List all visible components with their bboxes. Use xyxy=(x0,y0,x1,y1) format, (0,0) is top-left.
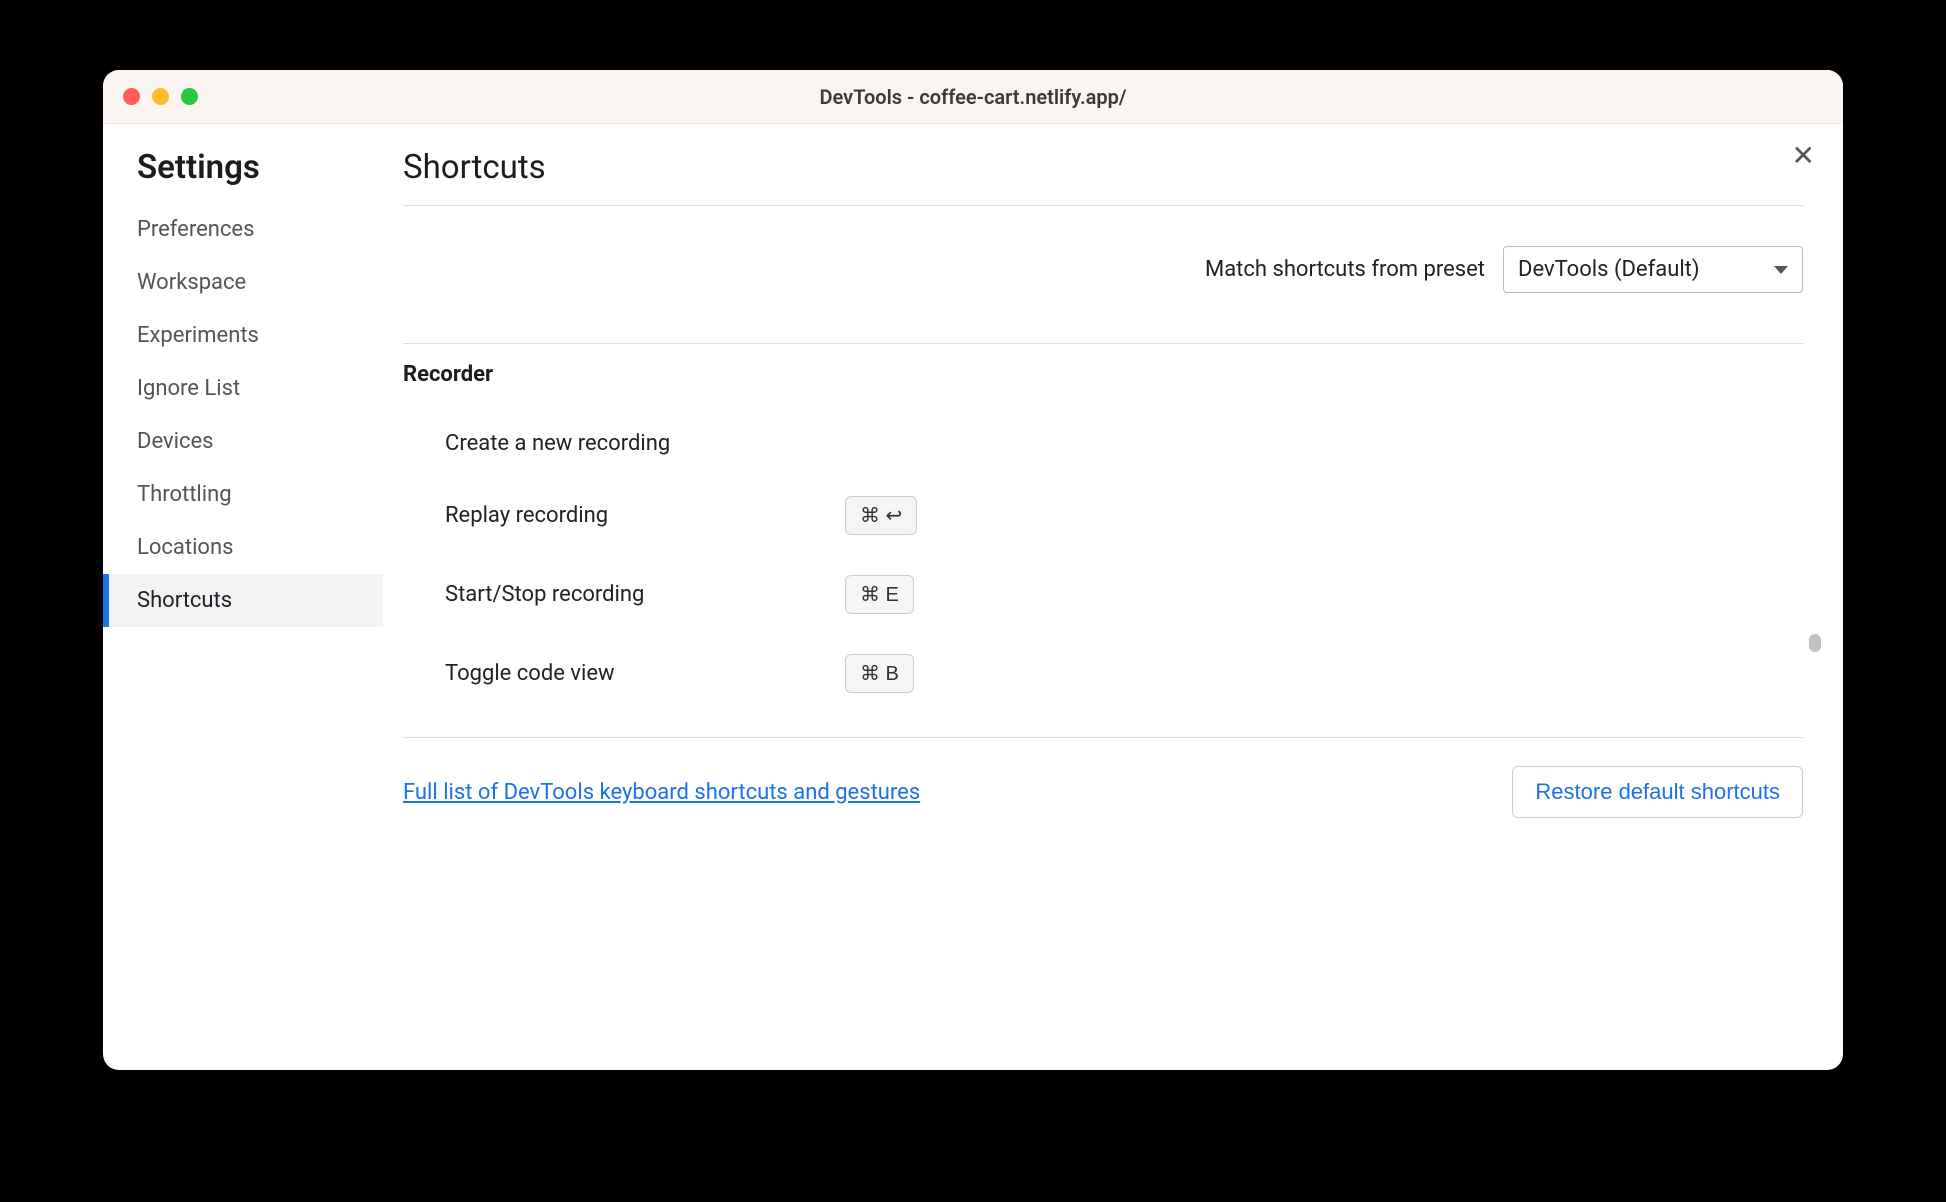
shortcut-keys: ⌘ ↩ xyxy=(845,496,917,535)
chevron-down-icon xyxy=(1774,266,1788,274)
preset-select-value: DevTools (Default) xyxy=(1518,257,1700,282)
sidebar-item-devices[interactable]: Devices xyxy=(103,415,383,468)
sidebar-item-shortcuts[interactable]: Shortcuts xyxy=(103,574,383,627)
sidebar-item-label: Throttling xyxy=(137,482,232,507)
shortcut-keys: ⌘ B xyxy=(845,654,914,693)
sidebar-item-workspace[interactable]: Workspace xyxy=(103,256,383,309)
sidebar-item-label: Workspace xyxy=(137,270,246,295)
restore-defaults-button[interactable]: Restore default shortcuts xyxy=(1512,766,1803,818)
titlebar: DevTools - coffee-cart.netlify.app/ xyxy=(103,70,1843,124)
main-panel: Shortcuts Match shortcuts from preset De… xyxy=(383,124,1843,1070)
footer-row: Full list of DevTools keyboard shortcuts… xyxy=(403,738,1803,818)
shortcut-name: Toggle code view xyxy=(445,661,845,686)
section-label: Recorder xyxy=(403,362,1803,387)
sidebar-item-label: Ignore List xyxy=(137,376,240,401)
scrollbar-thumb[interactable] xyxy=(1809,634,1821,652)
sidebar-item-label: Experiments xyxy=(137,323,259,348)
sidebar-item-ignore-list[interactable]: Ignore List xyxy=(103,362,383,415)
window-title: DevTools - coffee-cart.netlify.app/ xyxy=(103,85,1843,109)
preset-row: Match shortcuts from preset DevTools (De… xyxy=(403,206,1803,343)
sidebar-item-preferences[interactable]: Preferences xyxy=(103,203,383,256)
traffic-lights xyxy=(123,88,198,105)
zoom-window-button[interactable] xyxy=(181,88,198,105)
shortcut-name: Replay recording xyxy=(445,503,845,528)
close-settings-button[interactable]: ✕ xyxy=(1792,142,1815,170)
shortcut-name: Start/Stop recording xyxy=(445,582,845,607)
devtools-window: DevTools - coffee-cart.netlify.app/ ✕ Se… xyxy=(103,70,1843,1070)
sidebar-item-throttling[interactable]: Throttling xyxy=(103,468,383,521)
page-title: Shortcuts xyxy=(403,148,1803,206)
sidebar-title: Settings xyxy=(103,148,383,203)
shortcut-row[interactable]: Start/Stop recording ⌘ E xyxy=(403,555,1803,634)
settings-sidebar: Settings Preferences Workspace Experimen… xyxy=(103,124,383,1070)
shortcut-list: Recorder Create a new recording Replay r… xyxy=(403,343,1803,738)
sidebar-item-label: Devices xyxy=(137,429,214,454)
sidebar-item-experiments[interactable]: Experiments xyxy=(103,309,383,362)
preset-select[interactable]: DevTools (Default) xyxy=(1503,246,1803,293)
sidebar-item-label: Preferences xyxy=(137,217,254,242)
shortcut-name: Create a new recording xyxy=(445,431,845,456)
minimize-window-button[interactable] xyxy=(152,88,169,105)
shortcut-row[interactable]: Create a new recording xyxy=(403,411,1803,476)
sidebar-item-label: Shortcuts xyxy=(137,588,232,613)
shortcut-keys: ⌘ E xyxy=(845,575,914,614)
sidebar-item-locations[interactable]: Locations xyxy=(103,521,383,574)
shortcut-row[interactable]: Toggle code view ⌘ B xyxy=(403,634,1803,713)
preset-label: Match shortcuts from preset xyxy=(1205,257,1485,282)
shortcut-row[interactable]: Replay recording ⌘ ↩ xyxy=(403,476,1803,555)
sidebar-item-label: Locations xyxy=(137,535,233,560)
full-shortcuts-link[interactable]: Full list of DevTools keyboard shortcuts… xyxy=(403,780,920,805)
close-window-button[interactable] xyxy=(123,88,140,105)
content-area: ✕ Settings Preferences Workspace Experim… xyxy=(103,124,1843,1070)
